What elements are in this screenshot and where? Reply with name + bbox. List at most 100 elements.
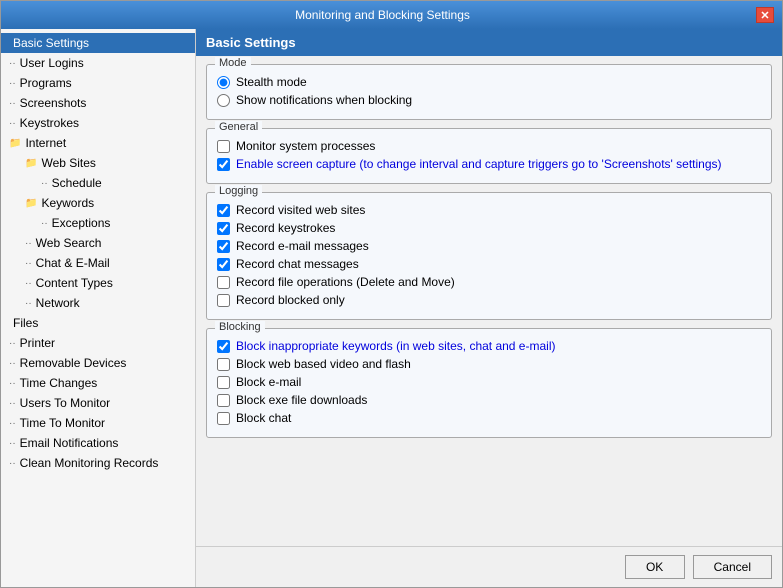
checkbox-label-block-chat[interactable]: Block chat xyxy=(236,411,291,425)
dash-icon: ·· xyxy=(9,358,16,369)
general-group-label: General xyxy=(215,121,262,133)
panel-content: Mode Stealth modeShow notifications when… xyxy=(196,56,782,546)
checkbox-label-block-email[interactable]: Block e-mail xyxy=(236,375,301,389)
sidebar-item-users-to-monitor[interactable]: ·· Users To Monitor xyxy=(1,393,195,413)
sidebar-item-printer[interactable]: ·· Printer xyxy=(1,333,195,353)
logging-group-content: Record visited web sites Record keystroke… xyxy=(217,203,761,307)
dash-icon: ·· xyxy=(9,98,16,109)
sidebar-item-basic-settings[interactable]: Basic Settings xyxy=(1,33,195,53)
sidebar-item-content-types[interactable]: ·· Content Types xyxy=(1,273,195,293)
dash-icon: ·· xyxy=(9,118,16,129)
window-title: Monitoring and Blocking Settings xyxy=(9,8,756,22)
radio-label-show-notifications[interactable]: Show notifications when blocking xyxy=(236,93,412,107)
sidebar-item-label: Screenshots xyxy=(20,96,87,110)
checkbox-block-exe[interactable] xyxy=(217,394,230,407)
checkbox-label-record-file-ops[interactable]: Record file operations (Delete and Move) xyxy=(236,275,455,289)
sidebar-item-keystrokes[interactable]: ·· Keystrokes xyxy=(1,113,195,133)
close-button[interactable]: ✕ xyxy=(756,7,774,23)
checkbox-label-block-exe[interactable]: Block exe file downloads xyxy=(236,393,367,407)
radio-show-notifications[interactable] xyxy=(217,94,230,107)
checkbox-label-record-web[interactable]: Record visited web sites xyxy=(236,203,365,217)
sidebar-item-user-logins[interactable]: ·· User Logins xyxy=(1,53,195,73)
checkbox-enable-screen-capture[interactable] xyxy=(217,158,230,171)
checkbox-label-record-blocked[interactable]: Record blocked only xyxy=(236,293,345,307)
ok-button[interactable]: OK xyxy=(625,555,685,579)
checkbox-monitor-system[interactable] xyxy=(217,140,230,153)
sidebar-item-exceptions[interactable]: ·· Exceptions xyxy=(1,213,195,233)
sidebar-item-files[interactable]: Files xyxy=(1,313,195,333)
sidebar-item-web-sites[interactable]: 📁Web Sites xyxy=(1,153,195,173)
checkbox-item-record-keystrokes: Record keystrokes xyxy=(217,221,761,235)
mode-group: Mode Stealth modeShow notifications when… xyxy=(206,64,772,120)
sidebar-item-label: Web Search xyxy=(36,236,102,250)
sidebar-item-label: Web Sites xyxy=(41,156,95,170)
dash-icon: ·· xyxy=(9,58,16,69)
checkbox-record-email[interactable] xyxy=(217,240,230,253)
checkbox-label-block-video-flash[interactable]: Block web based video and flash xyxy=(236,357,411,371)
sidebar-item-label: Programs xyxy=(20,76,72,90)
cancel-button[interactable]: Cancel xyxy=(693,555,772,579)
checkbox-label-block-keywords[interactable]: Block inappropriate keywords (in web sit… xyxy=(236,339,555,353)
mode-group-content: Stealth mode Show notifications when bloc… xyxy=(217,75,761,107)
main-window: Monitoring and Blocking Settings ✕ Basic… xyxy=(0,0,783,588)
checkbox-record-keystrokes[interactable] xyxy=(217,222,230,235)
sidebar-item-label: Exceptions xyxy=(52,216,111,230)
checkbox-block-email[interactable] xyxy=(217,376,230,389)
folder-icon: 📁 xyxy=(25,198,37,209)
general-group-content: Monitor system processes Enable screen ca… xyxy=(217,139,761,171)
radio-stealth[interactable] xyxy=(217,76,230,89)
checkbox-item-block-exe: Block exe file downloads xyxy=(217,393,761,407)
sidebar-item-screenshots[interactable]: ·· Screenshots xyxy=(1,93,195,113)
checkbox-item-block-chat: Block chat xyxy=(217,411,761,425)
sidebar-item-time-to-monitor[interactable]: ·· Time To Monitor xyxy=(1,413,195,433)
dash-icon: ·· xyxy=(9,438,16,449)
general-group: General Monitor system processesEnable s… xyxy=(206,128,772,184)
sidebar-item-web-search[interactable]: ·· Web Search xyxy=(1,233,195,253)
dash-icon: ·· xyxy=(9,378,16,389)
checkbox-label-record-keystrokes[interactable]: Record keystrokes xyxy=(236,221,335,235)
content-area: Basic Settings·· User Logins·· Programs·… xyxy=(1,29,782,587)
checkbox-block-video-flash[interactable] xyxy=(217,358,230,371)
title-bar: Monitoring and Blocking Settings ✕ xyxy=(1,1,782,29)
radio-item-show-notifications: Show notifications when blocking xyxy=(217,93,761,107)
checkbox-item-record-chat: Record chat messages xyxy=(217,257,761,271)
checkbox-item-block-email: Block e-mail xyxy=(217,375,761,389)
sidebar-item-keywords[interactable]: 📁Keywords xyxy=(1,193,195,213)
sidebar-item-label: Internet xyxy=(25,136,66,150)
sidebar-item-time-changes[interactable]: ·· Time Changes xyxy=(1,373,195,393)
checkbox-label-record-chat[interactable]: Record chat messages xyxy=(236,257,359,271)
sidebar-item-label: Basic Settings xyxy=(13,36,89,50)
checkbox-label-record-email[interactable]: Record e-mail messages xyxy=(236,239,369,253)
checkbox-record-web[interactable] xyxy=(217,204,230,217)
sidebar-item-clean-monitoring[interactable]: ·· Clean Monitoring Records xyxy=(1,453,195,473)
checkbox-label-monitor-system[interactable]: Monitor system processes xyxy=(236,139,375,153)
dash-icon: ·· xyxy=(9,458,16,469)
sidebar-item-internet[interactable]: 📁Internet xyxy=(1,133,195,153)
checkbox-block-chat[interactable] xyxy=(217,412,230,425)
radio-item-stealth: Stealth mode xyxy=(217,75,761,89)
checkbox-block-keywords[interactable] xyxy=(217,340,230,353)
sidebar-item-label: Time To Monitor xyxy=(20,416,105,430)
sidebar-item-schedule[interactable]: ·· Schedule xyxy=(1,173,195,193)
sidebar-item-network[interactable]: ·· Network xyxy=(1,293,195,313)
checkbox-record-chat[interactable] xyxy=(217,258,230,271)
checkbox-item-record-email: Record e-mail messages xyxy=(217,239,761,253)
dash-icon: ·· xyxy=(25,298,32,309)
blocking-group-content: Block inappropriate keywords (in web sit… xyxy=(217,339,761,425)
radio-label-stealth[interactable]: Stealth mode xyxy=(236,75,307,89)
checkbox-item-enable-screen-capture: Enable screen capture (to change interva… xyxy=(217,157,761,171)
panel-title: Basic Settings xyxy=(196,29,782,56)
dash-icon: ·· xyxy=(25,238,32,249)
checkbox-item-block-keywords: Block inappropriate keywords (in web sit… xyxy=(217,339,761,353)
sidebar-item-programs[interactable]: ·· Programs xyxy=(1,73,195,93)
sidebar-item-removable-devices[interactable]: ·· Removable Devices xyxy=(1,353,195,373)
checkbox-label-enable-screen-capture[interactable]: Enable screen capture (to change interva… xyxy=(236,157,722,171)
checkbox-item-block-video-flash: Block web based video and flash xyxy=(217,357,761,371)
sidebar-item-label: User Logins xyxy=(20,56,84,70)
checkbox-record-blocked[interactable] xyxy=(217,294,230,307)
checkbox-record-file-ops[interactable] xyxy=(217,276,230,289)
sidebar-item-chat-email[interactable]: ·· Chat & E-Mail xyxy=(1,253,195,273)
sidebar-item-email-notifications[interactable]: ·· Email Notifications xyxy=(1,433,195,453)
blocking-group: Blocking Block inappropriate keywords (i… xyxy=(206,328,772,438)
sidebar-item-label: Files xyxy=(13,316,38,330)
